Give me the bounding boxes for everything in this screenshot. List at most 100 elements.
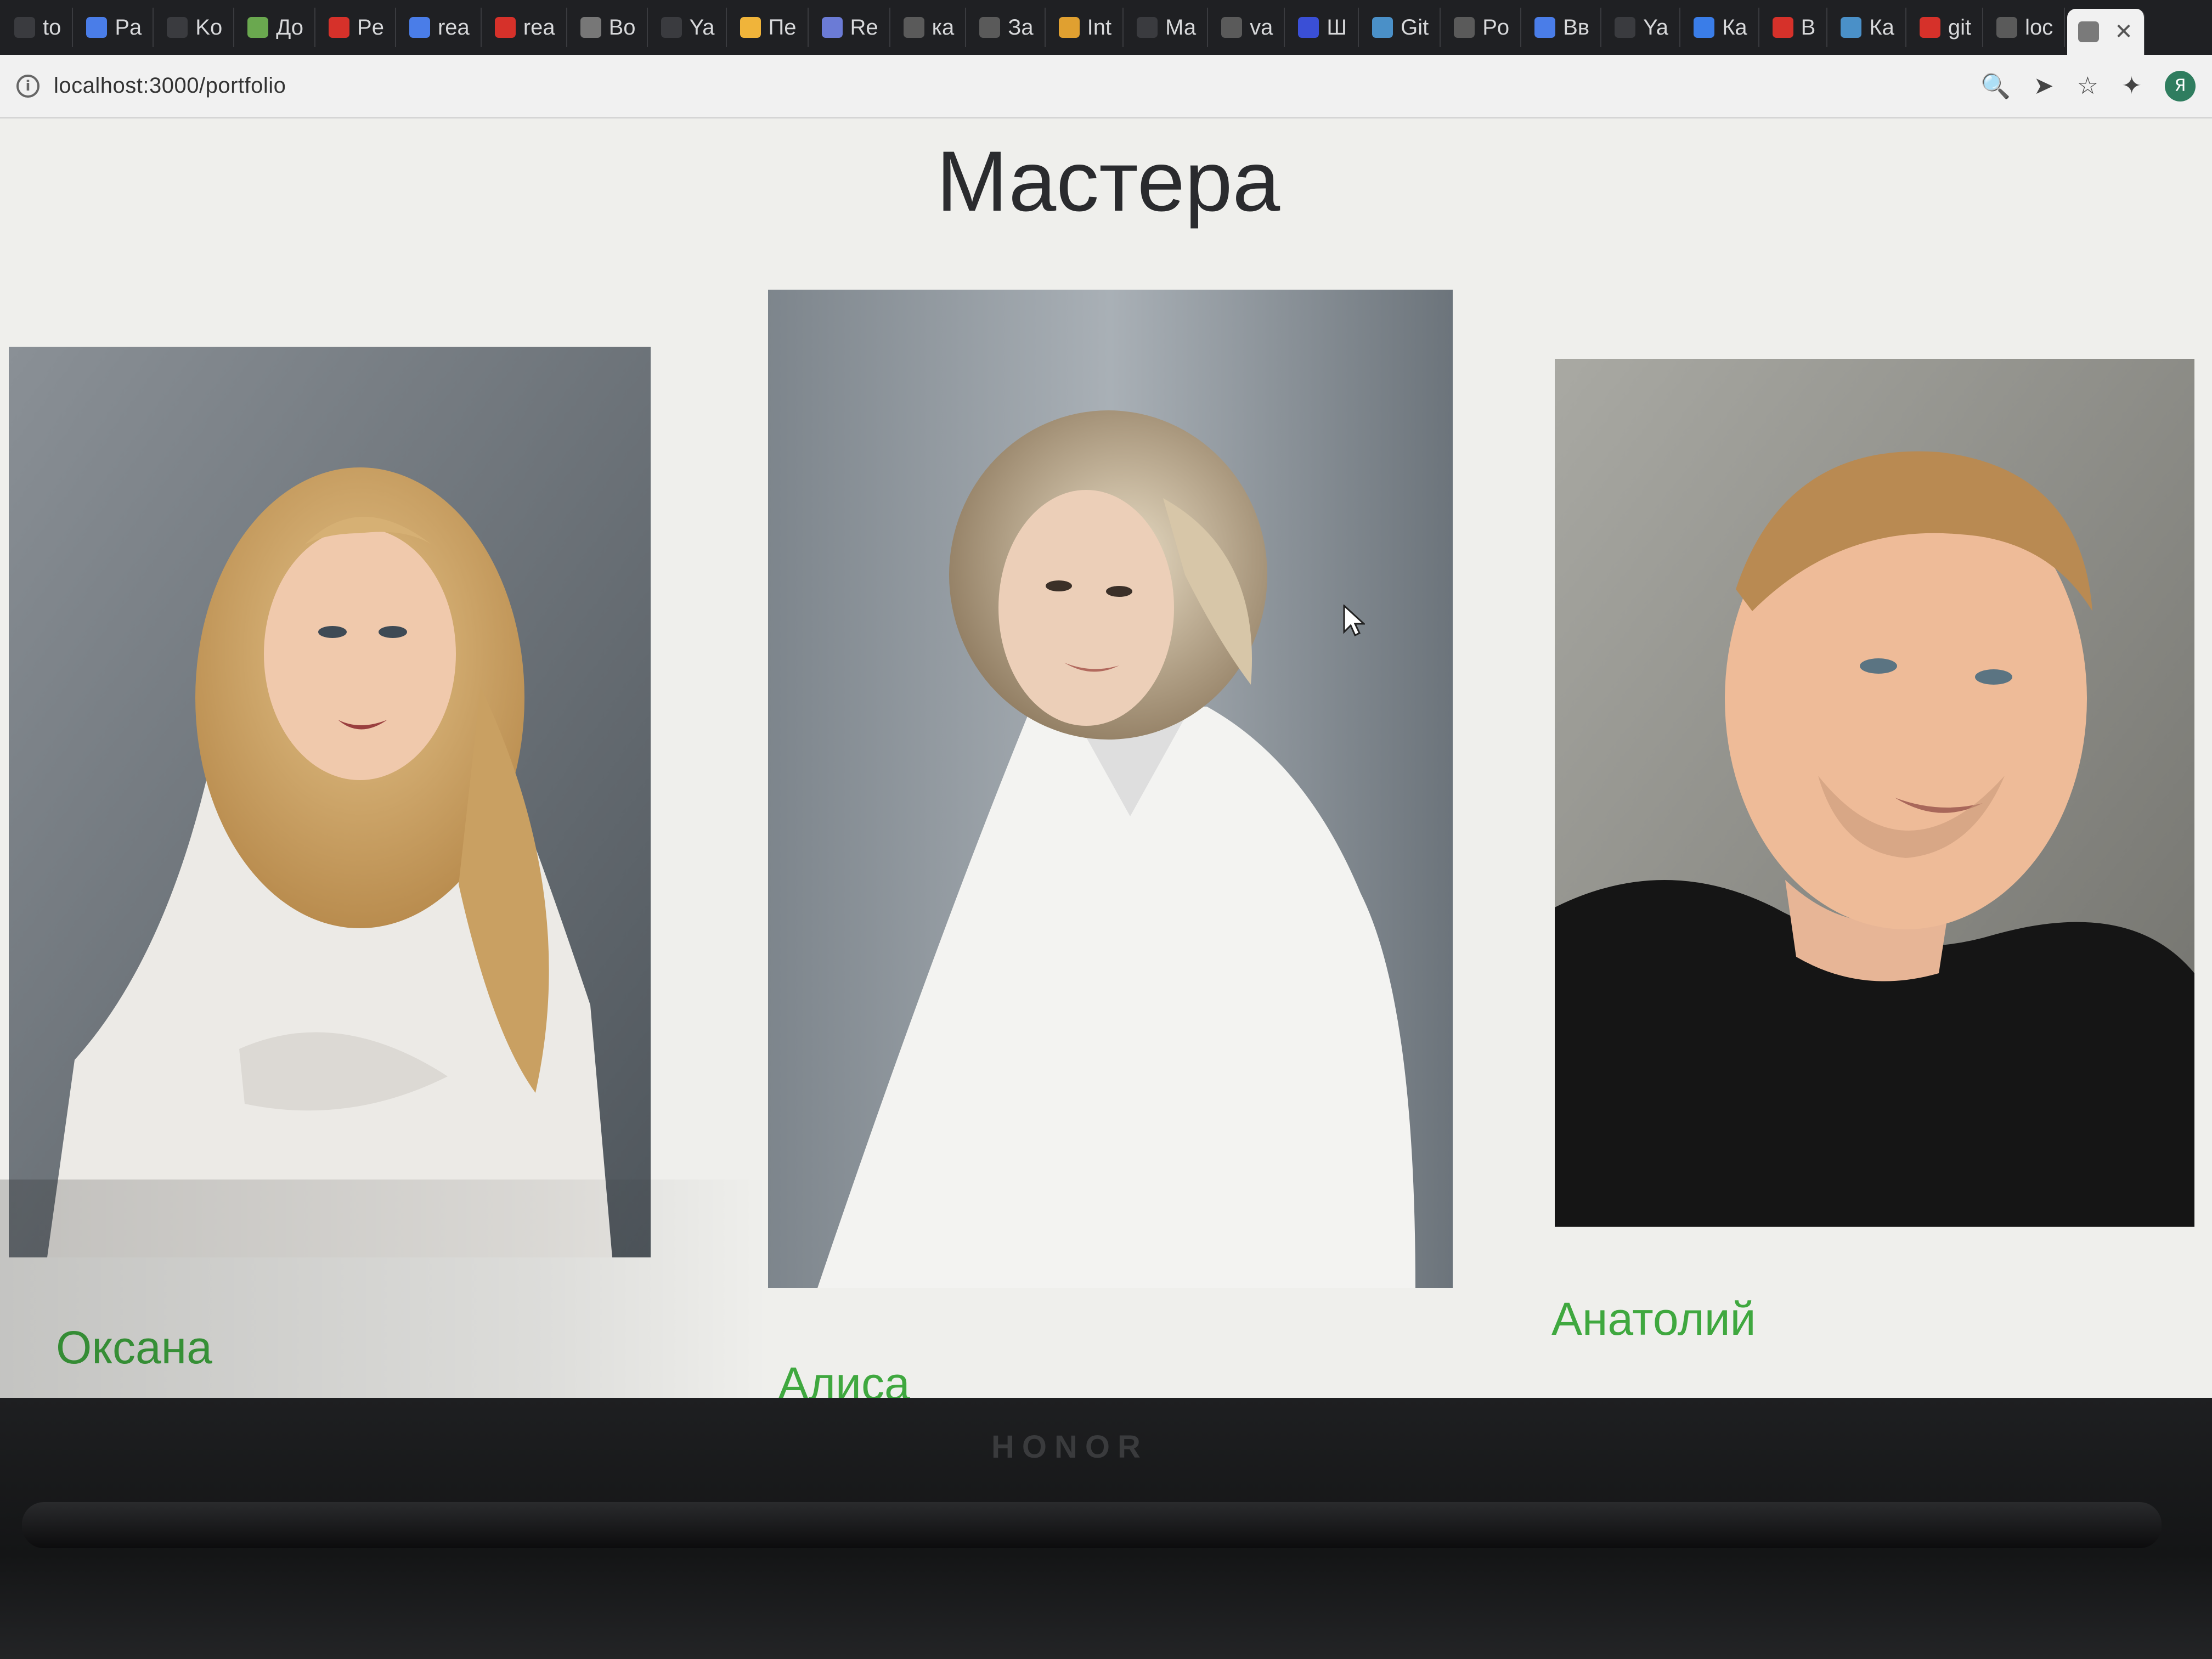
app-icon xyxy=(1298,17,1319,38)
browser-tab-label: loc xyxy=(2025,15,2053,40)
browser-tab[interactable]: ка xyxy=(893,8,967,47)
portfolio-page: Мастера Оксана Алиса Анатолий xyxy=(0,119,2212,1398)
laptop-screen: to Pa Ko До Pe rea rea Bo Ya Пе Re ка За Int Ма va Ш Git P… xyxy=(0,0,2212,1398)
browser-tab-label: Ya xyxy=(689,15,715,40)
browser-tab-label: Ko xyxy=(195,15,223,40)
wikipedia-icon xyxy=(1454,17,1475,38)
browser-tab[interactable]: git xyxy=(1909,8,1984,47)
yandex-icon xyxy=(1615,17,1636,38)
profile-avatar[interactable]: Я xyxy=(2165,70,2196,101)
browser-tab[interactable]: Пе xyxy=(729,8,809,47)
browser-tab[interactable]: Ya xyxy=(650,8,727,47)
extensions-icon[interactable]: ✦ xyxy=(2121,72,2142,100)
master-name[interactable]: Оксана xyxy=(56,1321,212,1374)
browser-tab[interactable]: Pa xyxy=(75,8,154,47)
browser-tab-label: Pa xyxy=(115,15,142,40)
master-photo[interactable] xyxy=(9,347,651,1257)
question-icon xyxy=(1919,17,1940,38)
portrait-man-image xyxy=(1555,359,2194,1227)
app-icon xyxy=(1137,17,1158,38)
browser-tab[interactable]: Int xyxy=(1048,8,1124,47)
browser-tab[interactable]: За xyxy=(968,8,1046,47)
browser-address-bar: i localhost:3000/portfolio 🔍 ➤ ☆ ✦ Я xyxy=(0,55,2212,119)
browser-tab-label: В xyxy=(1801,15,1816,40)
document-icon xyxy=(14,17,35,38)
app-icon xyxy=(494,17,516,38)
browser-tab[interactable]: Git xyxy=(1361,8,1441,47)
browser-tab[interactable]: Po xyxy=(1443,8,1522,47)
browser-tab[interactable]: va xyxy=(1210,8,1285,47)
browser-tab-label: ка xyxy=(932,15,955,40)
browser-tab-label: Pe xyxy=(357,15,384,40)
laptop-brand-logo: HONOR xyxy=(991,1429,1148,1465)
code-icon xyxy=(167,17,188,38)
yandex-icon xyxy=(661,17,682,38)
browser-tab-label: Ка xyxy=(1722,15,1747,40)
laptop-hinge xyxy=(22,1502,2162,1548)
browser-tab[interactable]: До xyxy=(236,8,316,47)
browser-tab-label: Ya xyxy=(1643,15,1669,40)
github-icon xyxy=(821,17,843,38)
browser-tab-label: Bo xyxy=(608,15,636,40)
browser-tab[interactable]: loc xyxy=(1985,8,2066,47)
send-icon[interactable]: ➤ xyxy=(2034,72,2054,100)
android-icon xyxy=(247,17,269,38)
app-icon xyxy=(1372,17,1393,38)
browser-tab[interactable]: Pe xyxy=(318,8,396,47)
google-icon xyxy=(903,17,924,38)
browser-tab-label: Ш xyxy=(1327,15,1347,40)
browser-tab-label: За xyxy=(1008,15,1034,40)
browser-tab[interactable]: В xyxy=(1762,8,1828,47)
url-field[interactable]: localhost:3000/portfolio xyxy=(54,74,286,98)
browser-tab-label: git xyxy=(1948,15,1972,40)
browser-tab-label: to xyxy=(43,15,61,40)
app-icon xyxy=(409,17,430,38)
mouse-cursor-icon xyxy=(1343,605,1365,637)
laptop-bezel: HONOR xyxy=(0,1398,2212,1659)
app-icon xyxy=(580,17,601,38)
browser-tab[interactable]: Ya xyxy=(1604,8,1681,47)
browser-tab[interactable]: Ма xyxy=(1126,8,1209,47)
master-photo[interactable] xyxy=(1555,359,2194,1227)
browser-tab-label: Po xyxy=(1482,15,1510,40)
browser-tab-label: Int xyxy=(1087,15,1112,40)
bookmark-star-icon[interactable]: ☆ xyxy=(2077,72,2098,100)
browser-tab[interactable]: rea xyxy=(398,8,482,47)
zoom-icon[interactable]: 🔍 xyxy=(1980,72,2011,100)
bolt-icon xyxy=(1058,17,1080,38)
browser-tab[interactable]: Вв xyxy=(1523,8,1602,47)
portrait-woman-blonde-image xyxy=(9,347,651,1257)
portrait-woman-short-hair-image xyxy=(768,290,1453,1288)
site-info-icon[interactable]: i xyxy=(16,74,40,98)
hh-icon xyxy=(329,17,350,38)
browser-tab-label: Ма xyxy=(1165,15,1197,40)
browser-tab-label: Пе xyxy=(768,15,797,40)
browser-tab[interactable]: rea xyxy=(484,8,567,47)
close-tab-icon[interactable]: ✕ xyxy=(2114,19,2133,44)
browser-toolbar: 🔍 ➤ ☆ ✦ Я xyxy=(1980,70,2196,101)
browser-tab[interactable]: Re xyxy=(811,8,890,47)
browser-tab-active[interactable]: ✕ xyxy=(2067,9,2145,55)
browser-tab[interactable]: Ка xyxy=(1683,8,1759,47)
browser-tab-label: До xyxy=(276,15,304,40)
code-icon xyxy=(1534,17,1556,38)
master-photo[interactable] xyxy=(768,290,1453,1288)
browser-tab-label: Вв xyxy=(1563,15,1590,40)
page-title: Мастера xyxy=(936,134,1280,229)
browser-tab[interactable]: Ш xyxy=(1287,8,1359,47)
browser-tab-label: Git xyxy=(1401,15,1429,40)
globe-icon xyxy=(979,17,1001,38)
google-icon xyxy=(1221,17,1243,38)
browser-tab[interactable]: to xyxy=(3,8,74,47)
app-icon xyxy=(1772,17,1793,38)
master-name[interactable]: Анатолий xyxy=(1551,1293,1756,1346)
globe-icon xyxy=(2078,21,2100,42)
browser-tab[interactable]: Ko xyxy=(156,8,235,47)
browser-tab-label: Re xyxy=(850,15,878,40)
globe-icon xyxy=(1996,17,2018,38)
browser-tab[interactable]: Bo xyxy=(569,8,648,47)
browser-tab-label: rea xyxy=(437,15,470,40)
browser-tab[interactable]: Ка xyxy=(1830,8,1906,47)
vk-icon xyxy=(1694,17,1715,38)
master-name[interactable]: Алиса xyxy=(778,1357,910,1398)
